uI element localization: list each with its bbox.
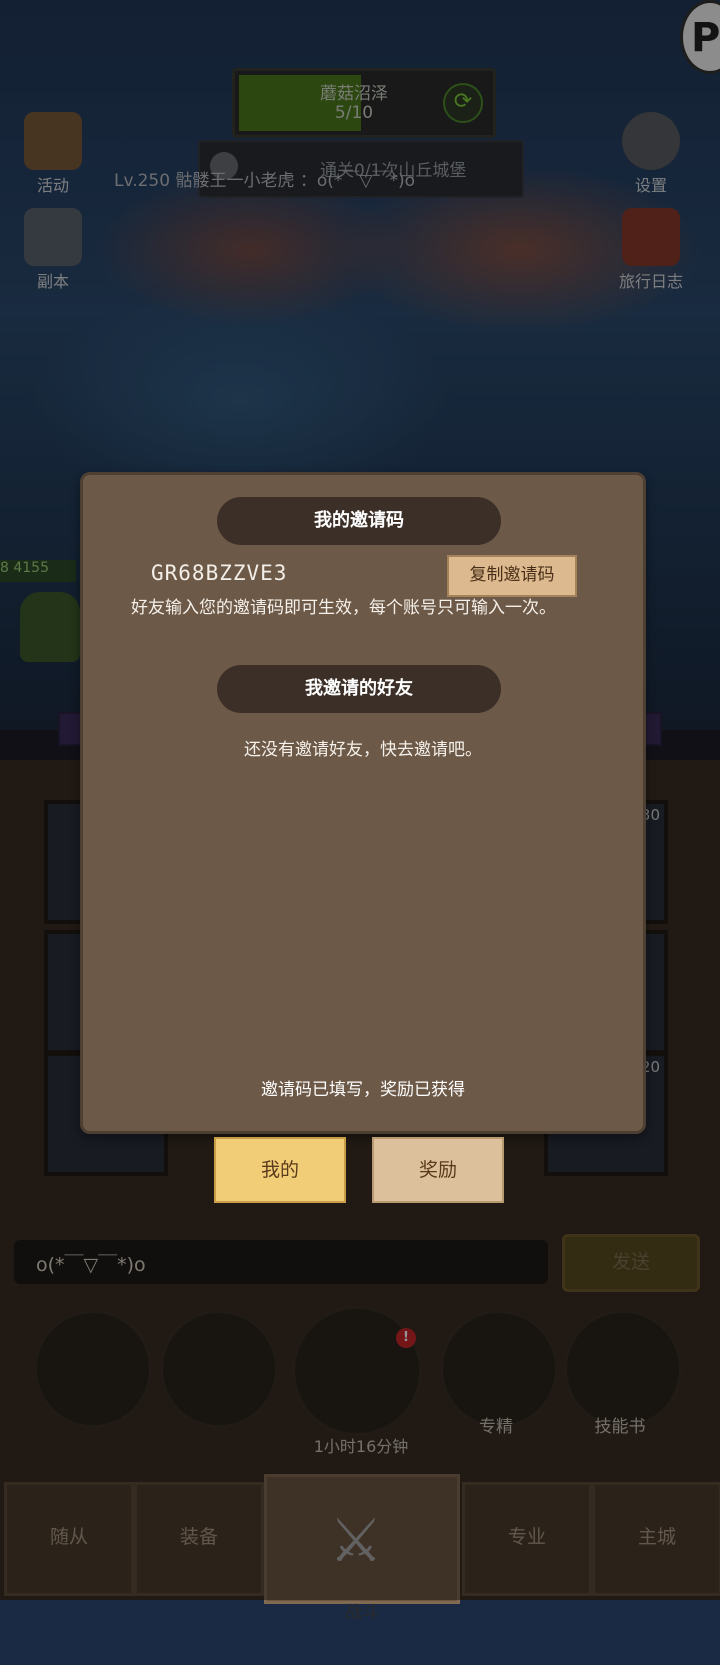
invite-dialog: 我的邀请码 GR68BZZVE3 复制邀请码 好友输入您的邀请码即可生效，每个账…: [80, 472, 646, 1134]
copy-code-button[interactable]: 复制邀请码: [447, 555, 577, 597]
friends-banner: 我邀请的好友: [217, 665, 501, 713]
invite-code: GR68BZZVE3: [151, 561, 288, 585]
reward-status-message: 邀请码已填写，奖励已获得: [261, 1080, 465, 1100]
tab-reward[interactable]: 奖励: [372, 1137, 504, 1203]
invite-code-banner: 我的邀请码: [217, 497, 501, 545]
tab-mine[interactable]: 我的: [214, 1137, 346, 1203]
empty-friends-message: 还没有邀请好友，快去邀请吧。: [244, 740, 482, 760]
invite-description: 好友输入您的邀请码即可生效，每个账号只可输入一次。: [131, 598, 556, 618]
